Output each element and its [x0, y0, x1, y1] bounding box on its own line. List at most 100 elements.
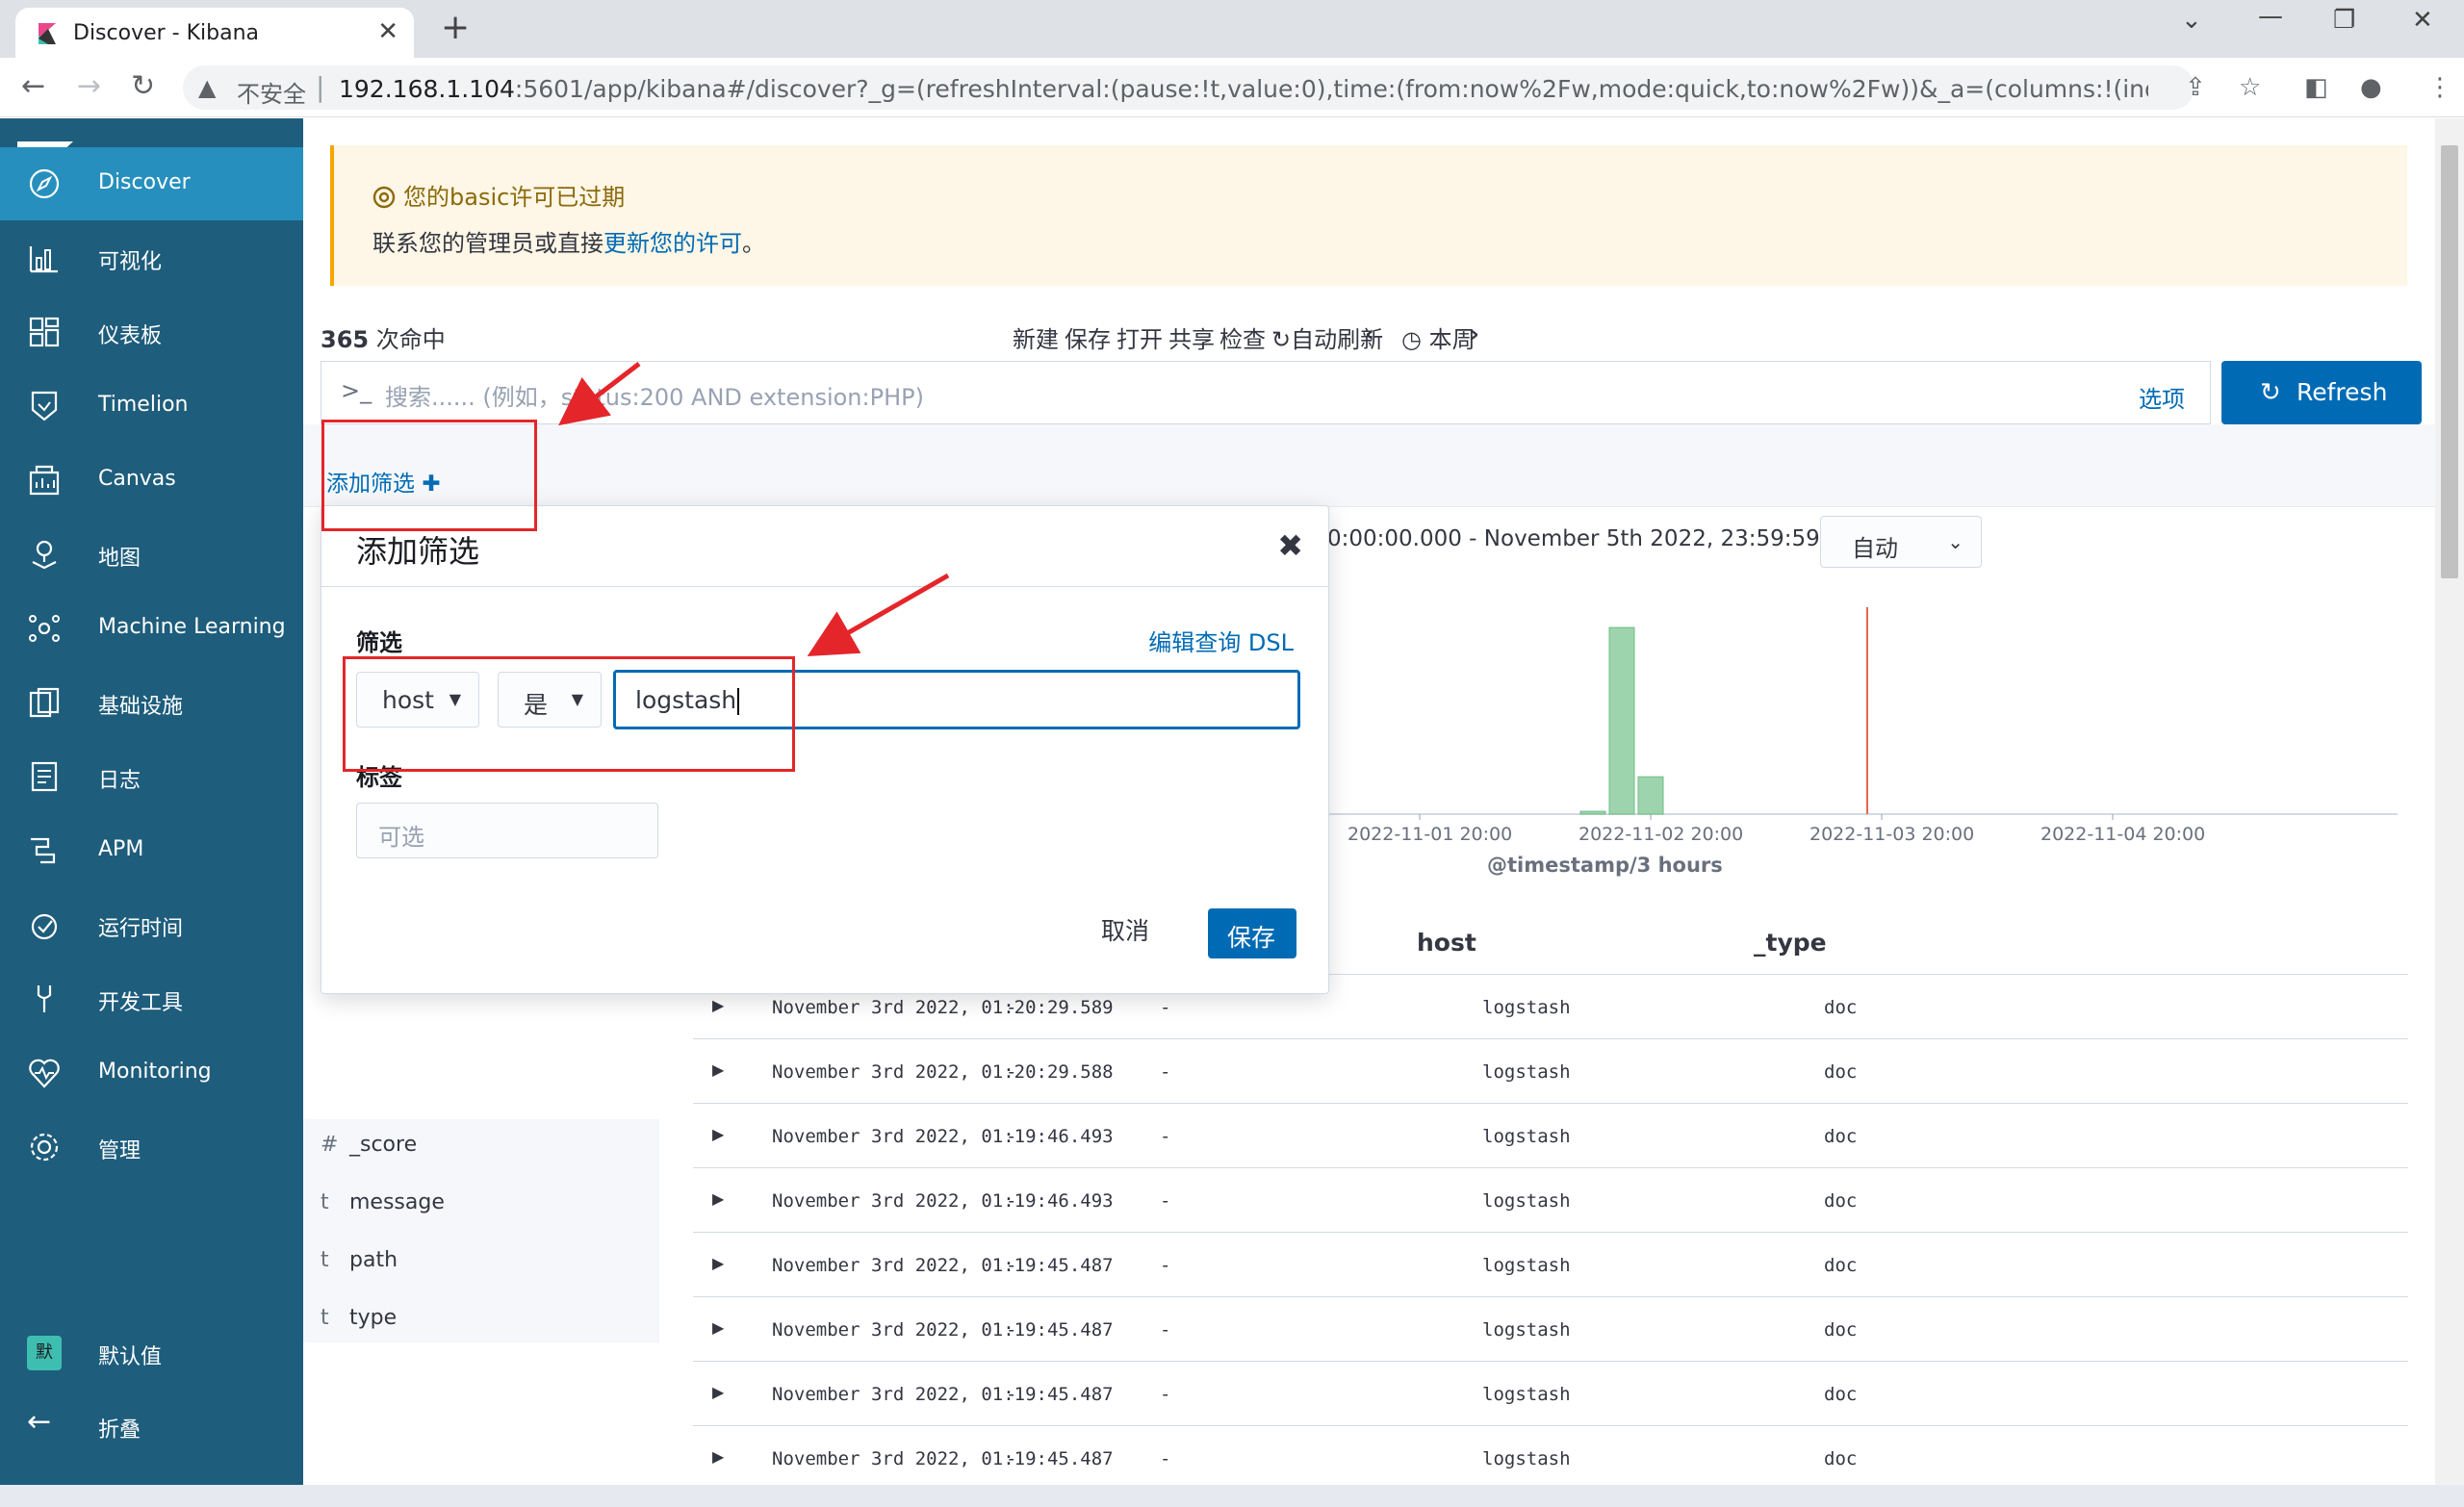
field-item-path[interactable]: t path	[321, 1248, 398, 1272]
expand-row-icon[interactable]: ▶	[712, 1318, 724, 1337]
sidebar-collapse-button[interactable]: ← 折叠	[0, 1390, 303, 1463]
url-text[interactable]: 192.168.1.104:5601/app/kibana#/discover?…	[339, 75, 2148, 103]
tag-input[interactable]: 可选	[356, 803, 658, 858]
sidebar-item-label: Monitoring	[98, 1060, 212, 1084]
browser-tab[interactable]: Discover - Kibana ✕	[15, 8, 414, 58]
sidebar-item-可视化[interactable]: 可视化	[0, 221, 303, 294]
cell-index: -	[1006, 1126, 1017, 1147]
column-header-type[interactable]: _type	[1754, 929, 1827, 957]
chart-x-axis-label: @timestamp/3 hours	[1487, 854, 1723, 877]
sidebar-item-default-space[interactable]: 默默认值	[0, 1316, 303, 1390]
expand-row-icon[interactable]: ▶	[712, 1189, 724, 1208]
profile-avatar-icon[interactable]: ●	[2360, 73, 2382, 102]
close-tab-icon[interactable]: ✕	[377, 17, 398, 46]
insecure-label[interactable]: 不安全	[237, 75, 306, 109]
chart-x-tick-label: 2022-11-03 20:00	[1810, 824, 1975, 845]
new-tab-button[interactable]: +	[441, 8, 470, 47]
table-row[interactable]: ▶ November 3rd 2022, 01:19:45.487- - logsta…	[693, 1297, 2408, 1362]
table-row[interactable]: ▶ November 3rd 2022, 01:19:45.487- - logsta…	[693, 1362, 2408, 1426]
field-type-icon: #	[321, 1133, 339, 1157]
sidebar-item-label: Canvas	[98, 467, 176, 491]
sidebar-item-日志[interactable]: 日志	[0, 740, 303, 813]
close-icon[interactable]: ✖	[1277, 527, 1303, 564]
annotation-box-filter-row	[343, 656, 795, 772]
minimize-icon[interactable]: —	[2258, 2, 2283, 31]
scrollbar-thumb[interactable]	[2441, 145, 2458, 578]
edit-dsl-link[interactable]: 编辑查询 DSL	[1148, 624, 1294, 657]
browser-menu-icon[interactable]: ⋮	[2427, 73, 2452, 102]
devtools-icon	[37, 985, 52, 1012]
cell-ip: -	[1160, 1319, 1171, 1341]
field-item-type[interactable]: t type	[321, 1306, 397, 1330]
cell-type: doc	[1824, 1190, 1858, 1212]
cell-time: November 3rd 2022, 01:19:45.487	[772, 1319, 1114, 1341]
space-avatar: 默	[27, 1336, 62, 1370]
cell-ip: -	[1160, 1384, 1171, 1405]
field-name: type	[349, 1306, 398, 1330]
cell-time: November 3rd 2022, 01:19:45.487	[772, 1384, 1114, 1405]
chart-bar[interactable]	[1637, 776, 1664, 815]
save-filter-button[interactable]: 保存	[1208, 908, 1296, 958]
chart-bar[interactable]	[1608, 626, 1635, 815]
table-row[interactable]: ▶ November 3rd 2022, 01:19:45.487- - logsta…	[693, 1426, 2408, 1491]
address-bar[interactable]: ▲ 不安全 | 192.168.1.104:5601/app/kibana#/d…	[183, 65, 2194, 110]
reload-icon[interactable]: ↻	[131, 69, 155, 103]
close-window-icon[interactable]: ✕	[2412, 6, 2433, 35]
sidebar-item-apm[interactable]: APM	[0, 814, 303, 887]
back-icon[interactable]: ←	[21, 69, 45, 103]
table-row[interactable]: ▶ November 3rd 2022, 01:19:45.487- - logsta…	[693, 1233, 2408, 1297]
forward-icon[interactable]: →	[77, 69, 101, 103]
side-panel-icon[interactable]: ◧	[2304, 73, 2328, 102]
popover-title: 添加筛选	[356, 533, 480, 570]
sidebar-item-label: 仪表板	[98, 324, 163, 348]
sidebar-item-label: 开发工具	[98, 991, 184, 1015]
cancel-button[interactable]: 取消	[1101, 912, 1149, 947]
table-row[interactable]: ▶ November 3rd 2022, 01:20:29.588- - logsta…	[693, 1039, 2408, 1104]
filter-label: 筛选	[356, 629, 402, 656]
sidebar-item-timelion[interactable]: Timelion	[0, 370, 303, 443]
sidebar-item-canvas[interactable]: Canvas	[0, 444, 303, 517]
logs-icon	[31, 761, 58, 792]
os-taskbar	[0, 1485, 2464, 1507]
cell-host: logstash	[1482, 1126, 1571, 1147]
timelion-icon	[31, 391, 58, 421]
table-row[interactable]: ▶ November 3rd 2022, 01:19:46.493- - logsta…	[693, 1104, 2408, 1168]
sidebar-item-label: 可视化	[98, 250, 163, 274]
sidebar-item-仪表板[interactable]: 仪表板	[0, 295, 303, 369]
table-row[interactable]: ▶ November 3rd 2022, 01:19:46.493- - logsta…	[693, 1168, 2408, 1233]
ml-icon	[29, 615, 60, 642]
share-page-icon[interactable]: ⇪	[2185, 73, 2206, 102]
sidebar-item-开发工具[interactable]: 开发工具	[0, 962, 303, 1035]
dashboard-icon	[29, 317, 60, 347]
page-scrollbar[interactable]	[2435, 118, 2464, 1485]
expand-row-icon[interactable]: ▶	[712, 996, 724, 1014]
sidebar-item-machine-learning[interactable]: Machine Learning	[0, 592, 303, 665]
expand-row-icon[interactable]: ▶	[712, 1060, 724, 1079]
expand-row-icon[interactable]: ▶	[712, 1254, 724, 1272]
tab-title: Discover - Kibana	[73, 21, 260, 45]
sidebar-item-monitoring[interactable]: Monitoring	[0, 1036, 303, 1110]
field-item-message[interactable]: t message	[321, 1190, 445, 1214]
tab-search-icon[interactable]: ⌄	[2181, 6, 2202, 35]
cell-index: -	[1006, 1255, 1017, 1276]
column-header-host[interactable]: host	[1417, 929, 1476, 957]
sidebar-item-运行时间[interactable]: 运行时间	[0, 888, 303, 961]
bookmark-star-icon[interactable]: ☆	[2239, 73, 2261, 102]
apm-icon	[31, 837, 56, 864]
field-item-score[interactable]: # _score	[321, 1133, 417, 1157]
sidebar-item-地图[interactable]: 地图	[0, 518, 303, 591]
infra-icon	[29, 687, 60, 718]
chart-bar[interactable]	[1579, 810, 1606, 815]
field-type-icon: t	[321, 1306, 329, 1330]
sidebar-item-discover[interactable]: Discover	[0, 147, 303, 220]
sidebar-item-管理[interactable]: 管理	[0, 1111, 303, 1184]
cell-ip: -	[1160, 1190, 1171, 1212]
expand-row-icon[interactable]: ▶	[712, 1125, 724, 1143]
cell-time: November 3rd 2022, 01:20:29.588	[772, 1061, 1114, 1083]
warning-icon[interactable]: ▲	[198, 74, 216, 101]
expand-row-icon[interactable]: ▶	[712, 1447, 724, 1466]
expand-row-icon[interactable]: ▶	[712, 1383, 724, 1401]
field-name: _score	[349, 1133, 418, 1157]
restore-icon[interactable]: ❐	[2333, 6, 2355, 35]
sidebar-item-基础设施[interactable]: 基础设施	[0, 666, 303, 739]
